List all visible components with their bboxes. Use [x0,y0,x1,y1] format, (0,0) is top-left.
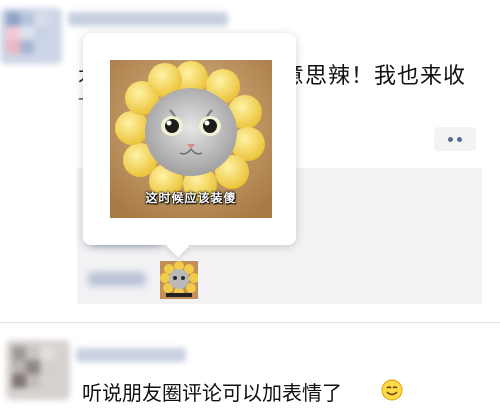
cat-sticker-icon [160,261,198,299]
more-dots-icon-2 [457,136,462,142]
smile-emoji-icon [381,379,403,401]
commenter-avatar[interactable] [6,340,70,400]
commenter-name-2[interactable] [88,272,146,286]
sticker-preview-image[interactable]: 这时候应该装傻 [110,60,272,218]
more-options-button[interactable] [434,127,476,151]
post-author-name[interactable] [68,12,228,26]
post-divider [0,322,500,323]
sticker-caption: 这时候应该装傻 [145,191,237,205]
post-author-avatar[interactable] [0,8,62,64]
more-dots-icon [448,136,453,142]
post-text: 意思辣！我也来收 [282,64,467,89]
comment-sticker-thumbnail[interactable] [160,261,198,299]
second-post-author-name[interactable] [76,348,186,362]
second-post-text: 听说朋友圈评论可以加表情了 [82,381,342,405]
